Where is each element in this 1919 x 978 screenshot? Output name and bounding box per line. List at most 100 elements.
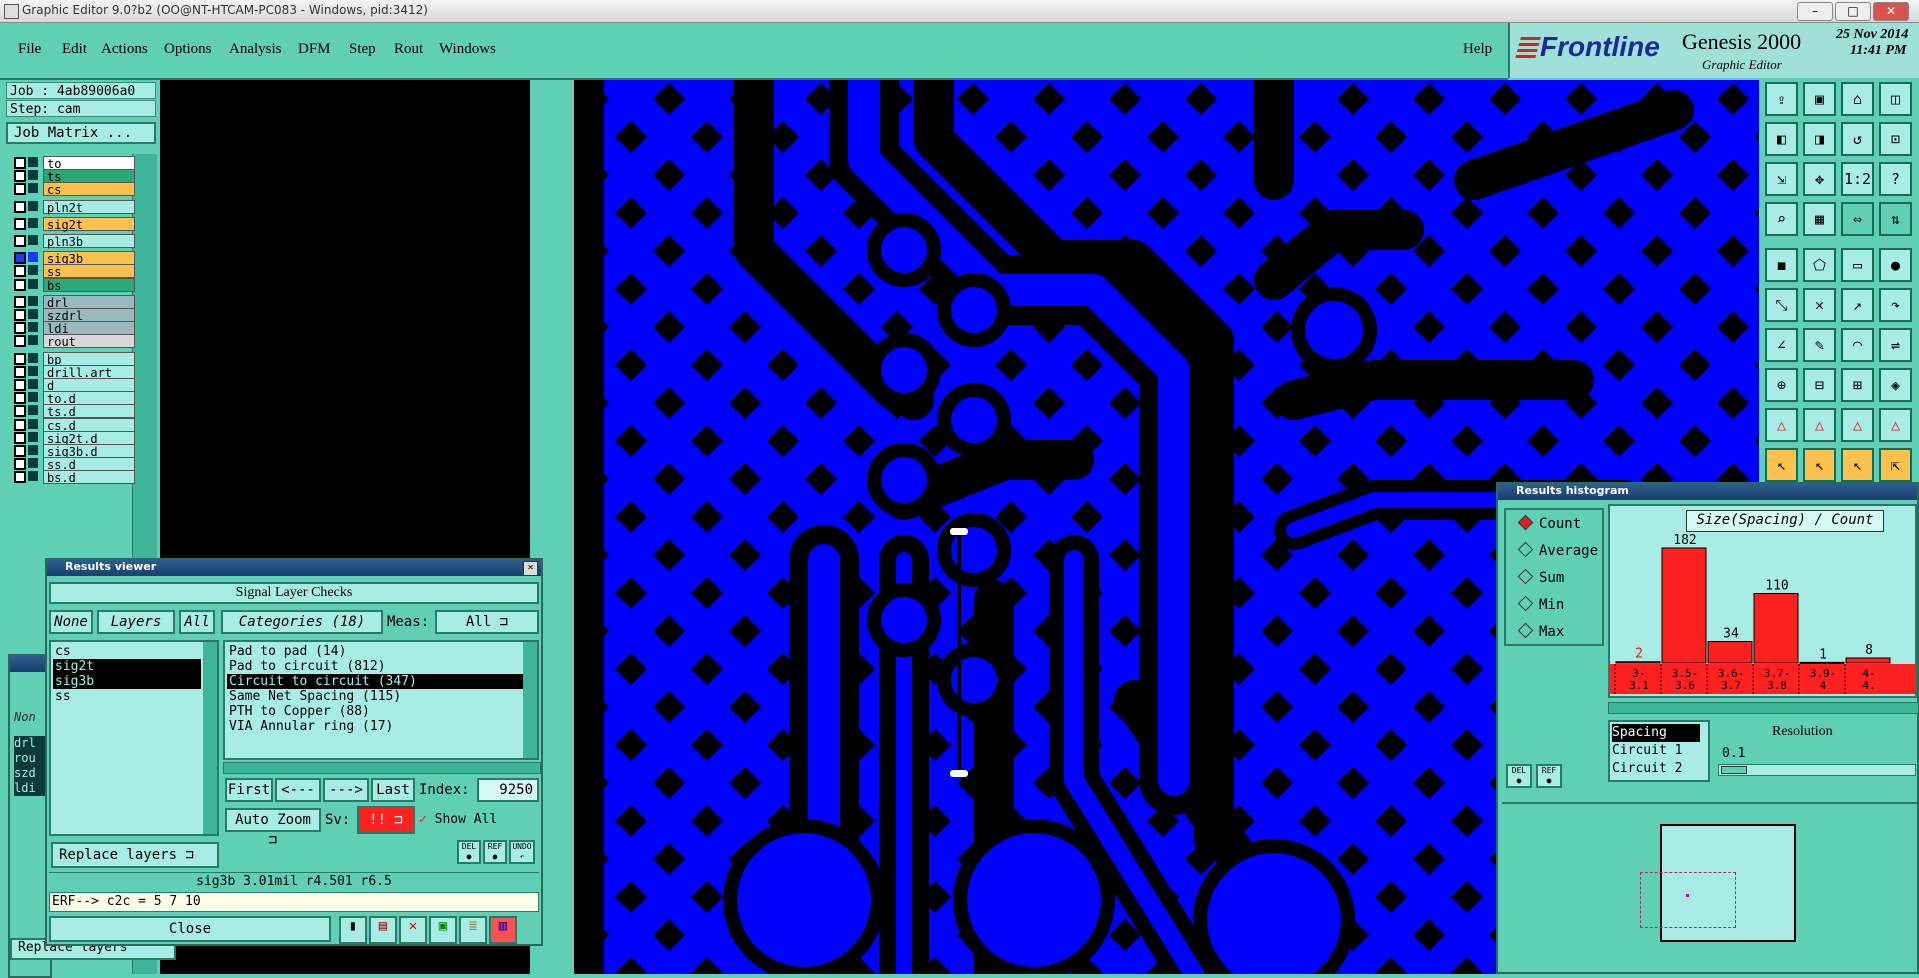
menu-windows[interactable]: Windows <box>439 41 496 58</box>
none-button[interactable]: None <box>49 610 93 634</box>
save-icon[interactable]: ▣ <box>1803 82 1836 116</box>
menu-rout[interactable]: Rout <box>394 41 423 58</box>
layer-checkbox[interactable] <box>14 405 26 418</box>
replace-layers-dropdown[interactable]: Replace layers ⊐ <box>51 842 219 868</box>
meas-dropdown[interactable]: All ⊐ <box>435 610 539 634</box>
layer-list-scrollbar[interactable] <box>203 642 217 834</box>
layer-checkbox[interactable] <box>14 418 26 431</box>
layer-row[interactable]: rout <box>10 334 135 349</box>
layer-row[interactable]: sig3b.d <box>10 444 135 459</box>
maximize-button[interactable]: □ <box>1835 2 1871 21</box>
layer-selector[interactable] <box>28 445 38 455</box>
category-item[interactable]: Circuit to circuit (347) <box>227 674 523 689</box>
undo-icon[interactable]: ↺ <box>1841 122 1874 156</box>
close-window-button[interactable]: ✕ <box>1873 2 1909 21</box>
layer-selector[interactable] <box>28 217 38 228</box>
severity-dropdown[interactable]: !! ⊐ <box>357 806 415 834</box>
close-icon[interactable]: ✕ <box>523 561 538 576</box>
layer-row[interactable]: pln2t <box>10 199 135 215</box>
layer-selector[interactable] <box>28 365 38 376</box>
home-icon[interactable]: ⌂ <box>1841 82 1874 116</box>
triangle4-icon[interactable]: △ <box>1879 408 1912 442</box>
hist-ref-icon[interactable]: REF ● <box>1536 764 1562 788</box>
mirror-icon[interactable]: ⇌ <box>1879 328 1912 362</box>
layer-name[interactable]: drill.art <box>43 364 135 380</box>
angle-icon[interactable]: ∠ <box>1765 328 1798 362</box>
close-button[interactable]: Close <box>49 916 331 942</box>
layer-row[interactable]: drl <box>10 294 135 310</box>
layer-checkbox[interactable] <box>14 458 26 471</box>
background-layer[interactable]: rou <box>14 751 48 766</box>
layer-row[interactable]: cs <box>10 182 135 197</box>
layer-row[interactable]: bs <box>10 277 135 293</box>
layer-checkbox[interactable] <box>14 252 26 265</box>
view-window[interactable] <box>1640 872 1736 928</box>
layer-name[interactable]: pln3b <box>43 234 135 249</box>
layer-checkbox[interactable] <box>14 431 26 444</box>
layer-checkbox[interactable] <box>14 295 26 308</box>
category-item[interactable]: Same Net Spacing (115) <box>227 689 523 704</box>
layer-checkbox[interactable] <box>14 379 26 391</box>
layer-name[interactable]: d <box>43 378 135 393</box>
categories-button[interactable]: Categories (18) <box>221 610 383 634</box>
window-icon[interactable]: ◫ <box>1879 82 1912 116</box>
category-item[interactable]: VIA Annular ring (17) <box>227 719 523 734</box>
minimize-button[interactable]: – <box>1797 2 1833 21</box>
layer-name[interactable]: ts <box>43 169 135 184</box>
select2-icon[interactable]: ↖ <box>1841 448 1874 482</box>
layer-selector[interactable] <box>28 295 38 306</box>
arc-icon[interactable]: ◠ <box>1841 328 1874 362</box>
option-average[interactable]: Average <box>1517 541 1598 559</box>
last-button[interactable]: Last <box>371 778 415 802</box>
layer-row[interactable]: d <box>10 378 135 393</box>
background-layer[interactable]: ldi <box>14 781 48 796</box>
select-icon[interactable]: ↖ <box>1803 448 1836 482</box>
move-icon[interactable]: ↗ <box>1841 288 1874 322</box>
index-input[interactable]: 9250 <box>477 778 539 802</box>
layer-selector[interactable] <box>28 418 38 429</box>
slider-thumb[interactable] <box>1721 766 1747 774</box>
circuit1-item[interactable]: Circuit 1 <box>1610 742 1708 760</box>
layer-row[interactable]: sig3b <box>10 251 135 266</box>
circuit2-item[interactable]: Circuit 2 <box>1610 760 1708 778</box>
menu-options[interactable]: Options <box>164 41 212 58</box>
layer-name[interactable]: to.d <box>43 391 135 406</box>
grid-icon[interactable]: ▦ <box>1803 202 1836 236</box>
layer-name[interactable]: cs.d <box>43 417 135 433</box>
layer-row[interactable]: sig2t <box>10 216 135 232</box>
layer-row[interactable]: ss <box>10 264 135 279</box>
layer-name[interactable]: sig3b <box>43 251 135 266</box>
net-icon[interactable]: ⇅ <box>1879 202 1912 236</box>
prev-button[interactable]: <--- <box>275 778 321 802</box>
triangle2-icon[interactable]: △ <box>1803 408 1836 442</box>
pan-icon[interactable]: ✥ <box>1803 162 1836 196</box>
notes-icon[interactable]: ≣ <box>459 916 487 944</box>
snap-icon[interactable]: ⊡ <box>1879 122 1912 156</box>
layer-name[interactable]: to <box>43 156 135 171</box>
layer-checkbox[interactable] <box>14 365 26 378</box>
next-button[interactable]: ---> <box>323 778 369 802</box>
pointer-icon[interactable]: ↖ <box>1765 448 1798 482</box>
help-icon[interactable]: ? <box>1879 162 1912 196</box>
node-icon[interactable]: ◈ <box>1879 368 1912 402</box>
layer-selector[interactable] <box>28 392 38 403</box>
layer-name[interactable]: sig2t <box>43 216 135 232</box>
array-icon[interactable]: ⊞ <box>1841 368 1874 402</box>
layer-selector[interactable] <box>28 405 38 416</box>
result-layer-item[interactable]: sig2t <box>53 659 201 674</box>
option-count[interactable]: Count <box>1517 514 1581 532</box>
draw-icon[interactable]: ✎ <box>1803 328 1836 362</box>
line-icon[interactable]: ▭ <box>1841 248 1874 282</box>
poly-icon[interactable]: ⬠ <box>1803 248 1836 282</box>
layer-selector[interactable] <box>28 252 38 263</box>
layer-row[interactable]: cs.d <box>10 417 135 433</box>
all-button[interactable]: All <box>179 610 215 634</box>
menu-step[interactable]: Step <box>349 41 376 58</box>
layer-row[interactable]: szdrl <box>10 308 135 323</box>
menu-file[interactable]: File <box>18 41 41 58</box>
layer-name[interactable]: bs <box>43 277 135 293</box>
layer-selector[interactable] <box>28 458 38 469</box>
layer-checkbox[interactable] <box>14 170 26 183</box>
category-scrollbar[interactable] <box>523 642 537 758</box>
layer-checkbox[interactable] <box>14 335 26 348</box>
